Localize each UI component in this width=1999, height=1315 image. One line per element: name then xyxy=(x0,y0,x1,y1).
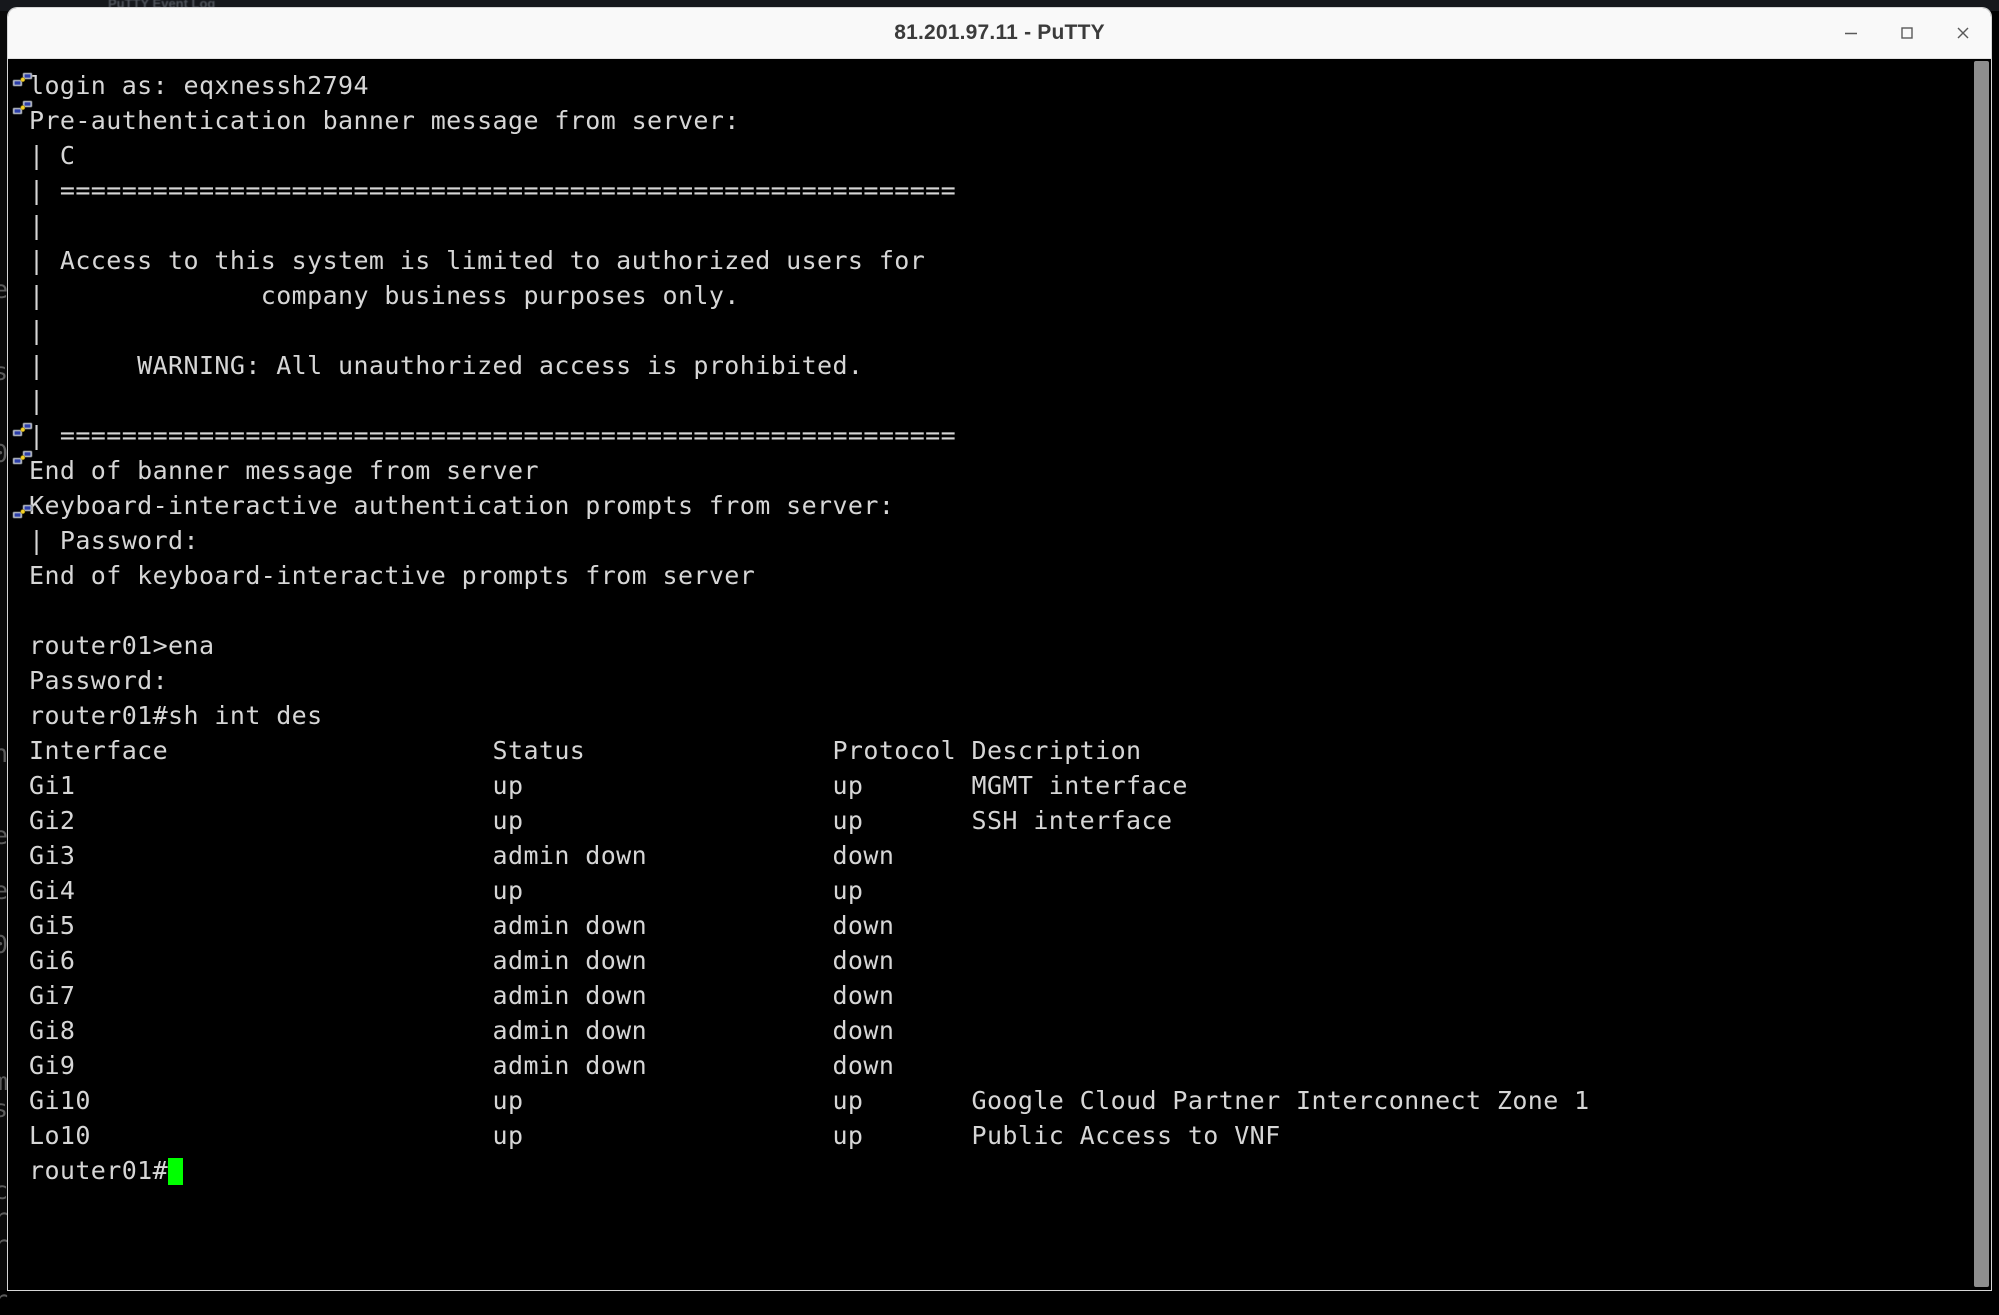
minimize-button[interactable] xyxy=(1823,8,1879,58)
terminal-scrollbar[interactable] xyxy=(1972,59,1991,1290)
maximize-icon xyxy=(1898,24,1916,42)
putty-window: 81.201.97.11 - PuTTY xyxy=(8,8,1991,1290)
terminal-output: login as: eqxnessh2794 Pre-authenticatio… xyxy=(29,68,1590,1188)
terminal-screen[interactable]: login as: eqxnessh2794 Pre-authenticatio… xyxy=(8,59,1991,1290)
minimize-icon xyxy=(1842,24,1860,42)
titlebar[interactable]: 81.201.97.11 - PuTTY xyxy=(8,8,1991,59)
window-controls xyxy=(1823,8,1991,58)
terminal-cursor xyxy=(168,1158,183,1185)
window-title: 81.201.97.11 - PuTTY xyxy=(894,21,1105,45)
scrollbar-thumb[interactable] xyxy=(1974,61,1989,1287)
close-button[interactable] xyxy=(1935,8,1991,58)
close-icon xyxy=(1954,24,1972,42)
maximize-button[interactable] xyxy=(1879,8,1935,58)
